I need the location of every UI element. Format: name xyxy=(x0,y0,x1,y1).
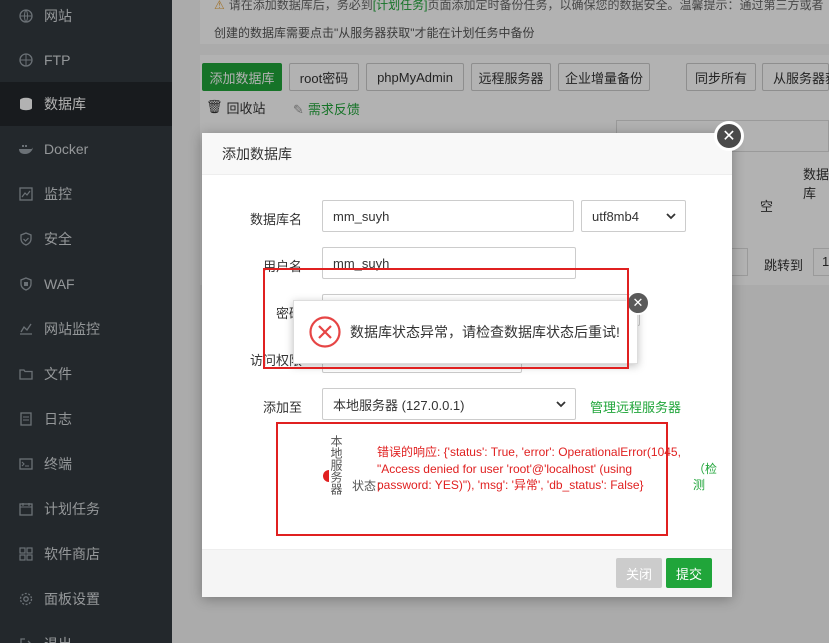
annotation-box-toast xyxy=(263,268,629,369)
db-name-label: 数据库名 xyxy=(249,212,302,227)
detect-link[interactable]: （检测 xyxy=(693,461,717,493)
dialog-footer: 关闭 提交 xyxy=(202,549,732,597)
chevron-down-icon xyxy=(556,401,566,408)
server-select[interactable]: 本地服务器 (127.0.0.1) xyxy=(322,388,576,420)
manage-remote-link[interactable]: 管理远程服务器 xyxy=(590,397,681,416)
submit-button[interactable]: 提交 xyxy=(666,558,713,588)
toast-close-icon[interactable]: ✕ xyxy=(626,291,650,315)
dialog-title: 添加数据库 xyxy=(202,133,732,175)
charset-select[interactable]: utf8mb4 xyxy=(581,200,686,232)
add-to-label: 添加至 xyxy=(262,400,302,415)
dialog-close-icon[interactable]: ✕ xyxy=(714,121,744,151)
annotation-box-status xyxy=(276,422,668,536)
server-value: 本地服务器 (127.0.0.1) xyxy=(333,397,465,413)
chevron-down-icon xyxy=(666,213,676,220)
charset-value: utf8mb4 xyxy=(592,208,639,224)
close-button[interactable]: 关闭 xyxy=(616,558,663,588)
db-name-input[interactable]: mm_suyh xyxy=(322,200,574,232)
